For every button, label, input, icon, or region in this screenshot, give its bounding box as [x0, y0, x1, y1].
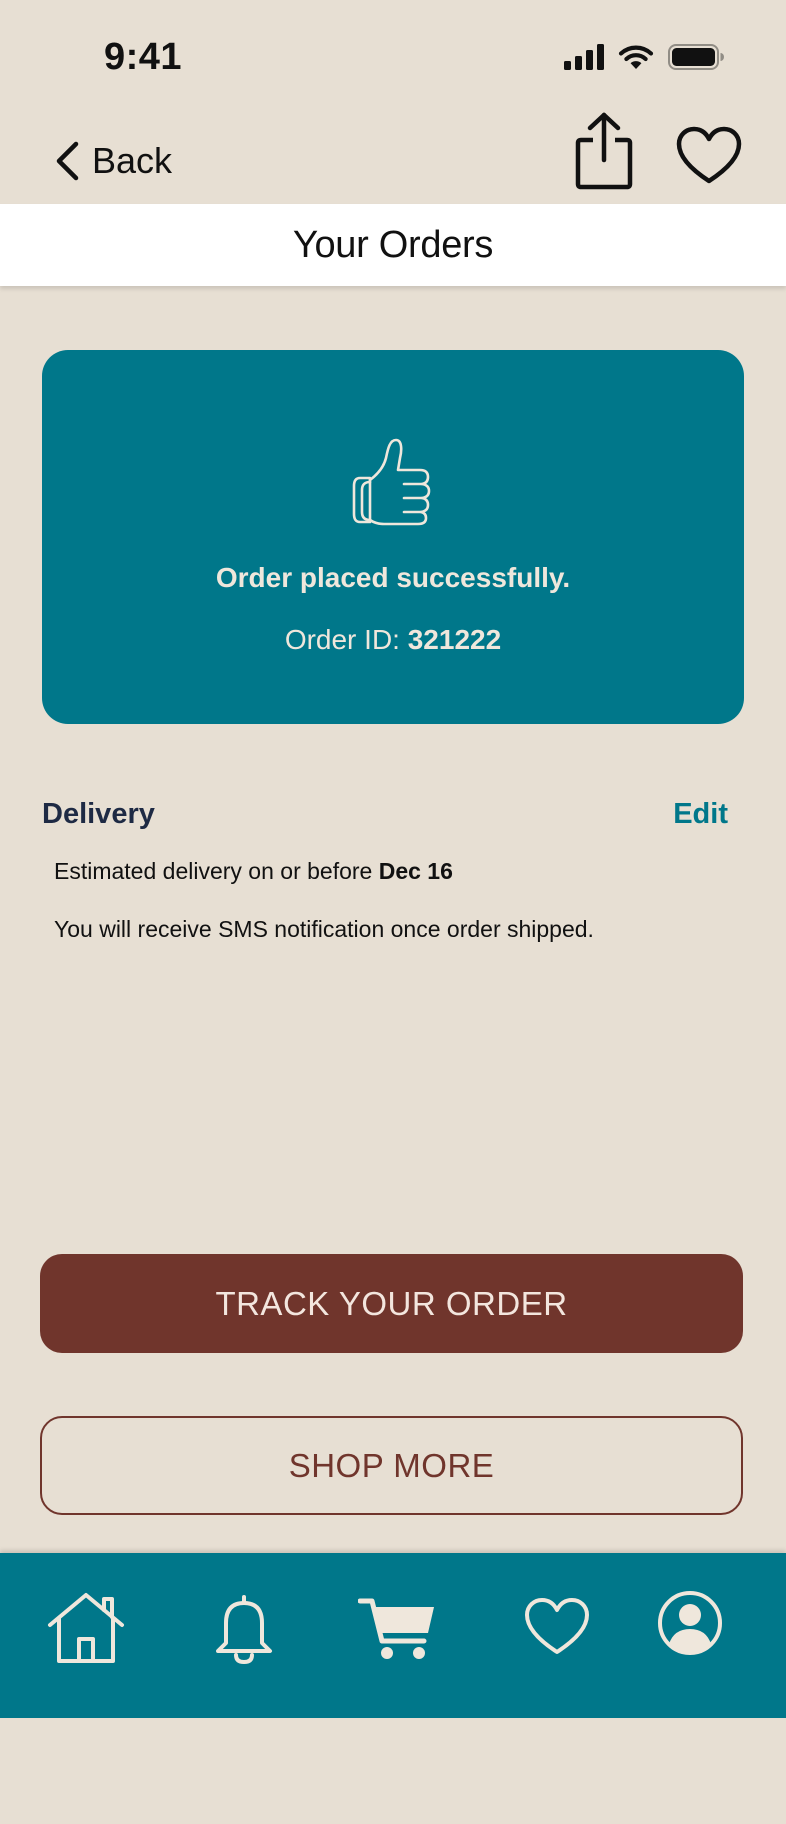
share-button[interactable] — [574, 112, 634, 195]
order-id-label: Order ID: — [284, 624, 408, 655]
back-label: Back — [92, 140, 173, 181]
track-order-button[interactable]: TRACK YOUR ORDER — [40, 1254, 743, 1353]
tab-profile[interactable] — [656, 1589, 724, 1662]
chevron-left-icon — [56, 141, 79, 181]
estimated-delivery-date: Dec 16 — [378, 858, 453, 884]
order-id: Order ID: 321222 — [42, 624, 744, 656]
status-icons — [564, 44, 724, 70]
thumbs-up-icon — [350, 436, 434, 531]
shop-more-button[interactable]: SHOP MORE — [40, 1416, 743, 1515]
heart-outline-icon — [676, 126, 742, 184]
order-id-value: 321222 — [407, 624, 502, 655]
delivery-heading: Delivery — [42, 798, 155, 830]
back-button[interactable]: Back — [54, 140, 172, 182]
home-icon — [48, 1593, 124, 1663]
page-title: Your Orders — [292, 223, 494, 266]
profile-icon — [658, 1591, 722, 1655]
order-success-message: Order placed successfully. — [215, 562, 571, 593]
bottom-tab-bar — [0, 1553, 786, 1718]
estimated-delivery: Estimated delivery on or before Dec 16 — [54, 858, 453, 885]
status-time: 9:41 — [104, 36, 183, 78]
tab-favorites[interactable] — [524, 1597, 590, 1662]
share-icon — [575, 112, 633, 190]
order-confirmation-card: Order placed successfully. Order ID: 321… — [42, 350, 744, 724]
favorite-button[interactable] — [676, 126, 742, 191]
heart-icon — [525, 1598, 589, 1654]
edit-delivery-link[interactable]: Edit — [673, 798, 728, 831]
battery-icon — [668, 44, 724, 70]
tab-notifications[interactable] — [212, 1593, 276, 1670]
wifi-icon — [618, 45, 654, 69]
cart-icon — [357, 1598, 434, 1659]
tab-cart[interactable] — [357, 1595, 436, 1668]
cellular-signal-icon — [564, 44, 604, 70]
title-bar: Your Orders — [0, 204, 786, 286]
tab-home[interactable] — [46, 1591, 126, 1670]
bell-icon — [216, 1595, 272, 1664]
navigation-bar: Back — [0, 110, 786, 204]
status-bar: 9:41 — [0, 0, 786, 110]
sms-notification-note: You will receive SMS notification once o… — [54, 916, 594, 942]
estimated-delivery-label: Estimated delivery on or before — [54, 858, 379, 884]
